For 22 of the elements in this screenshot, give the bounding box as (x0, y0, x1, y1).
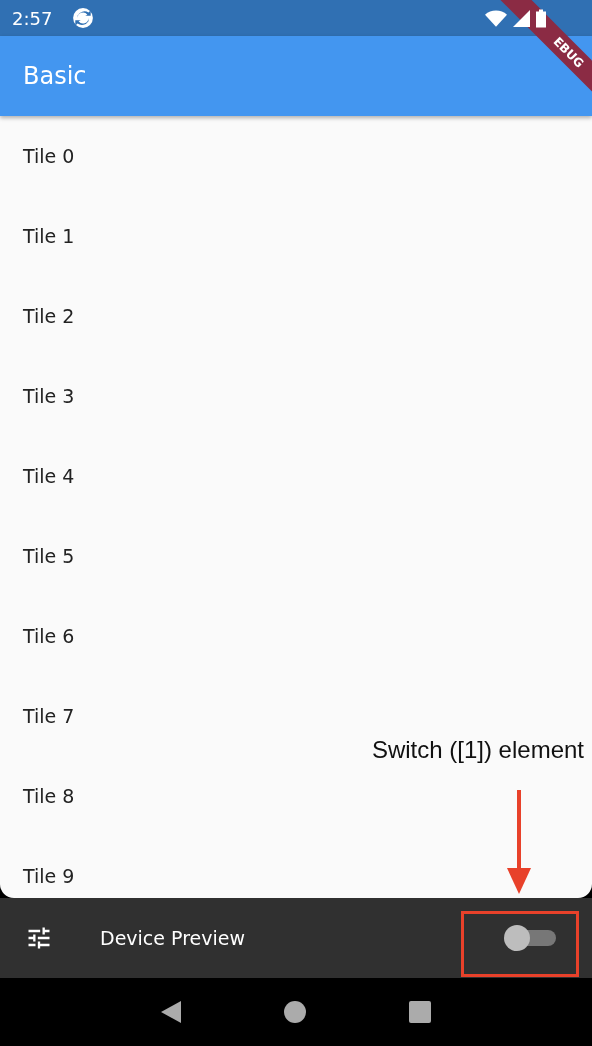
home-icon[interactable] (284, 1001, 306, 1023)
list-tile[interactable]: Tile 8 (23, 785, 75, 807)
status-time: 2:57 (12, 7, 53, 29)
battery-icon (536, 8, 546, 28)
list-tile[interactable]: Tile 9 (23, 865, 75, 887)
signal-icon (513, 9, 530, 27)
list-tile[interactable]: Tile 1 (23, 225, 75, 247)
list-tile[interactable]: Tile 5 (23, 545, 75, 567)
wifi-icon (485, 9, 507, 27)
list-tile[interactable]: Tile 0 (23, 145, 75, 167)
annotation-label: Switch ([1]) element (371, 736, 584, 764)
bottom-bar-title: Device Preview (100, 927, 245, 949)
sync-icon (72, 7, 95, 29)
list-tile[interactable]: Tile 4 (23, 465, 75, 487)
list-tile[interactable]: Tile 6 (23, 625, 75, 647)
app-title: Basic (23, 62, 87, 90)
recents-icon[interactable] (408, 1001, 431, 1023)
list-tile[interactable]: Tile 2 (23, 305, 75, 327)
list-tile[interactable]: Tile 7 (23, 705, 75, 727)
toggle-switch[interactable] (504, 928, 556, 948)
list-tile[interactable]: Tile 3 (23, 385, 75, 407)
back-icon[interactable] (161, 1001, 182, 1023)
